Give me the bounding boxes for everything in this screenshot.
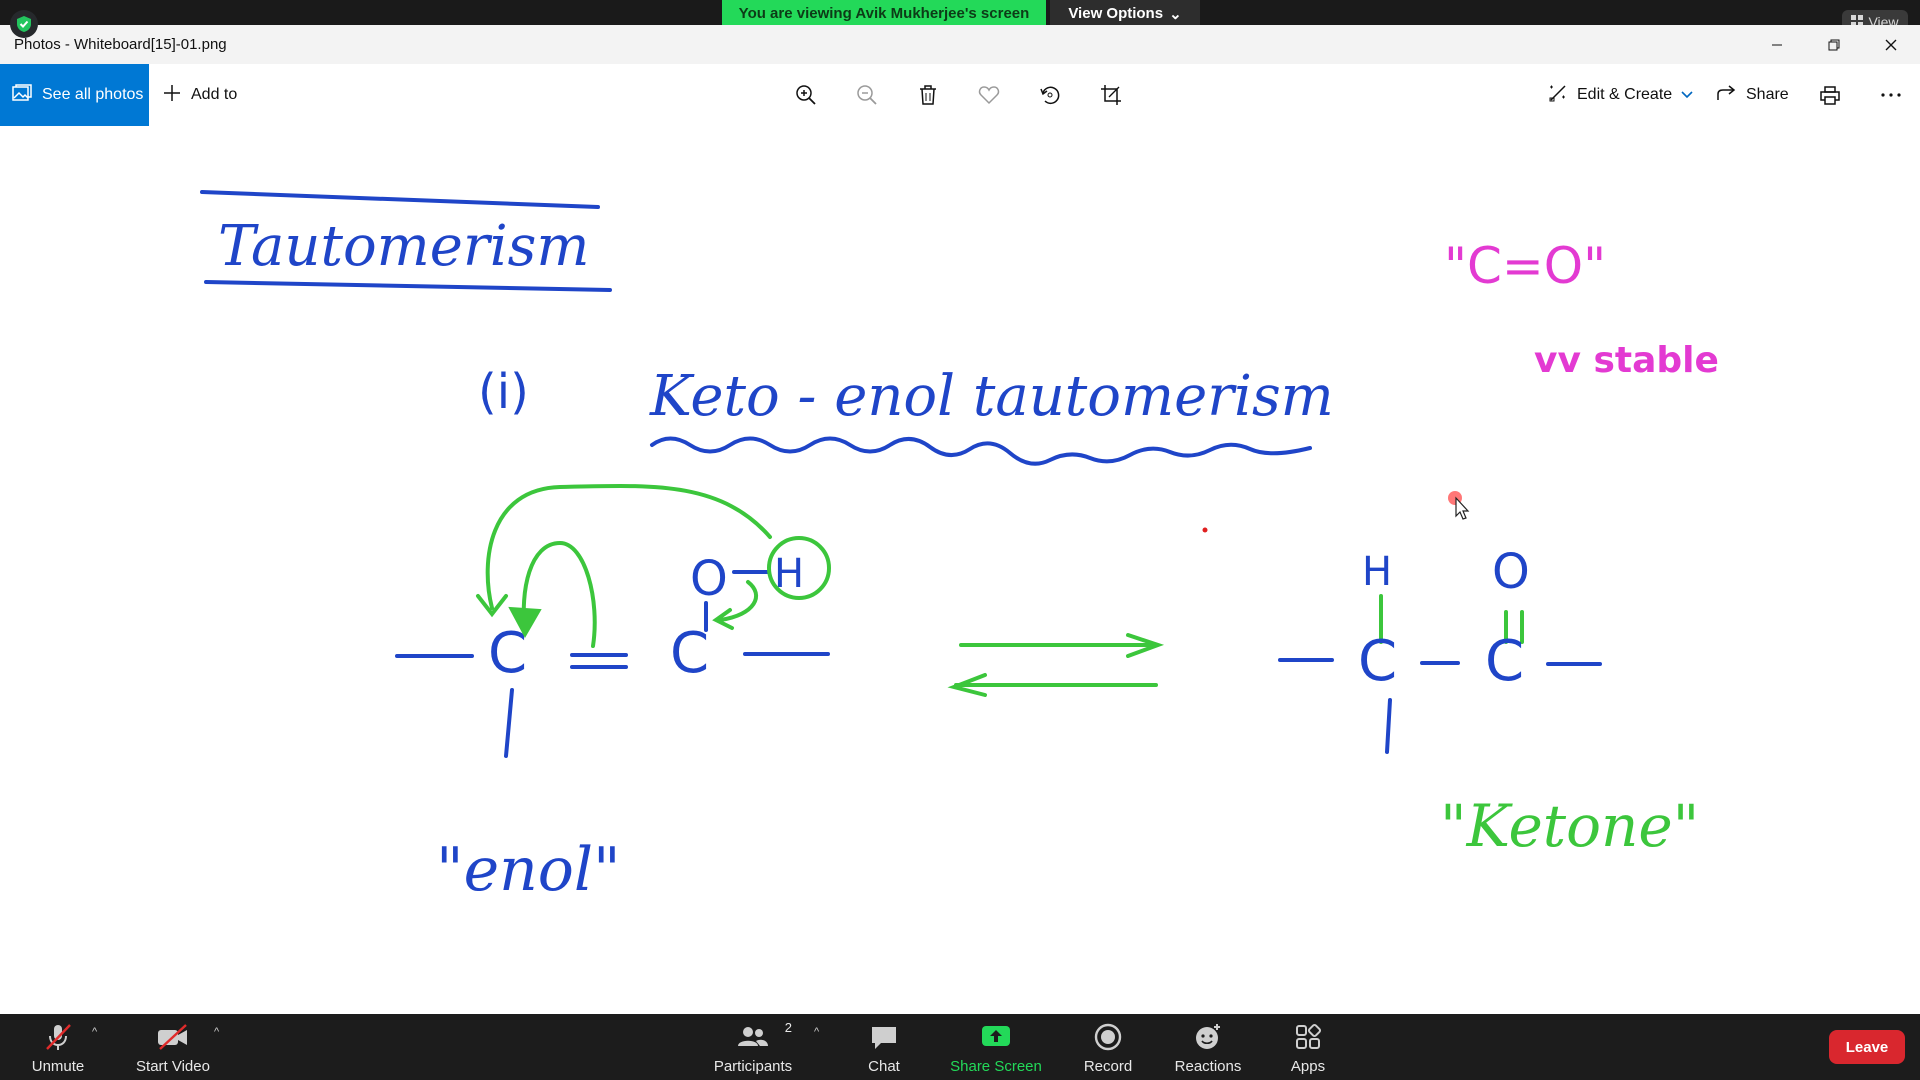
participants-label: Participants: [713, 1058, 793, 1075]
restore-button[interactable]: [1811, 29, 1857, 61]
zoom-meeting-controls: Unmute ^ Start Video ^ 2 Participants ^ …: [0, 1014, 1920, 1080]
share-screen-icon: [979, 1020, 1013, 1054]
record-icon: [1091, 1020, 1125, 1054]
stable-note: vv stable: [1534, 340, 1719, 381]
edit-icon: [1548, 83, 1568, 108]
delete-icon[interactable]: [914, 81, 942, 109]
leave-button[interactable]: Leave: [1829, 1030, 1905, 1064]
record-label: Record: [1083, 1058, 1133, 1075]
view-options-label: View Options: [1068, 5, 1164, 22]
co-note: "C=O": [1444, 237, 1606, 295]
apps-label: Apps: [1290, 1058, 1326, 1075]
mouse-cursor-icon: [1448, 491, 1470, 520]
reactions-label: Reactions: [1174, 1058, 1242, 1075]
chat-button[interactable]: Chat: [854, 1014, 914, 1080]
title-text: Tautomerism: [218, 214, 589, 279]
security-shield-icon[interactable]: [10, 10, 38, 38]
keto-carbon-2: C: [1485, 629, 1524, 694]
print-icon[interactable]: [1816, 81, 1844, 109]
participants-count: 2: [784, 1020, 792, 1035]
chevron-down-icon: [1681, 86, 1693, 104]
share-icon: [1717, 84, 1737, 107]
reactions-icon: [1191, 1020, 1225, 1054]
zoom-in-icon[interactable]: [792, 81, 820, 109]
apps-icon: [1291, 1020, 1325, 1054]
chat-label: Chat: [868, 1058, 900, 1075]
edit-create-label: Edit & Create: [1577, 86, 1673, 103]
reactions-button[interactable]: Reactions: [1168, 1014, 1248, 1080]
start-video-button[interactable]: Start Video: [130, 1014, 216, 1080]
photos-toolbar: See all photos Add to Edit & Create Shar…: [0, 64, 1920, 126]
window-title: Photos - Whiteboard[15]-01.png: [14, 36, 227, 53]
share-screen-button[interactable]: Share Screen: [946, 1014, 1046, 1080]
window-titlebar: Photos - Whiteboard[15]-01.png: [0, 25, 1920, 64]
crop-icon[interactable]: [1097, 81, 1125, 109]
see-all-photos-button[interactable]: See all photos: [0, 64, 149, 126]
add-to-label: Add to: [191, 86, 238, 103]
keto-oxygen: O: [1492, 544, 1530, 600]
audio-options-chevron-icon[interactable]: ^: [92, 1026, 104, 1038]
rotate-icon[interactable]: [1036, 81, 1064, 109]
unmute-label: Unmute: [31, 1058, 85, 1075]
participants-options-chevron-icon[interactable]: ^: [814, 1026, 826, 1038]
minimize-button[interactable]: [1754, 29, 1800, 61]
enol-label: "enol": [436, 835, 621, 905]
laser-dot: [1202, 527, 1208, 533]
title-underline: [204, 280, 612, 292]
electron-shift-arrow: [521, 540, 597, 648]
video-options-chevron-icon[interactable]: ^: [214, 1026, 226, 1038]
index-label: (i): [478, 364, 529, 420]
plus-icon: [163, 84, 181, 107]
participants-button[interactable]: 2 Participants: [708, 1014, 798, 1080]
view-options-button[interactable]: View Options ⌄: [1050, 0, 1200, 27]
more-options-icon[interactable]: [1877, 81, 1905, 109]
share-button[interactable]: Share: [1717, 64, 1789, 126]
viewing-banner: You are viewing Avik Mukherjee's screen: [722, 0, 1046, 27]
keto-hydrogen: H: [1362, 549, 1392, 595]
whiteboard-image: Tautomerism (i) Keto - enol tautomerism …: [0, 126, 1920, 1014]
subtitle-wavy-underline: [650, 436, 1312, 466]
record-button[interactable]: Record: [1077, 1014, 1139, 1080]
chevron-down-icon: ⌄: [1169, 5, 1182, 23]
zoom-out-icon[interactable]: [853, 81, 881, 109]
photo-icon: [12, 83, 32, 107]
enol-carbon-2: C: [670, 621, 709, 686]
keto-down-bond: [1385, 698, 1392, 754]
title-overline: [200, 190, 600, 209]
heart-icon[interactable]: [975, 81, 1003, 109]
enol-oxygen: O: [690, 551, 728, 607]
start-video-label: Start Video: [136, 1058, 210, 1075]
add-to-button[interactable]: Add to: [163, 64, 237, 126]
enol-down-bond: [504, 688, 514, 758]
participants-icon: [736, 1020, 770, 1054]
video-off-icon: [156, 1020, 190, 1054]
microphone-muted-icon: [41, 1020, 75, 1054]
close-button[interactable]: [1868, 29, 1914, 61]
see-all-photos-label: See all photos: [42, 86, 144, 103]
share-label: Share: [1746, 86, 1789, 103]
unmute-button[interactable]: Unmute: [22, 1014, 94, 1080]
keto-carbon-1: C: [1358, 629, 1397, 694]
edit-create-button[interactable]: Edit & Create: [1548, 64, 1693, 126]
ketone-label: "Ketone": [1440, 792, 1699, 860]
apps-button[interactable]: Apps: [1280, 1014, 1336, 1080]
chat-icon: [867, 1020, 901, 1054]
share-screen-label: Share Screen: [950, 1058, 1042, 1075]
subtitle-text: Keto - enol tautomerism: [649, 364, 1334, 429]
